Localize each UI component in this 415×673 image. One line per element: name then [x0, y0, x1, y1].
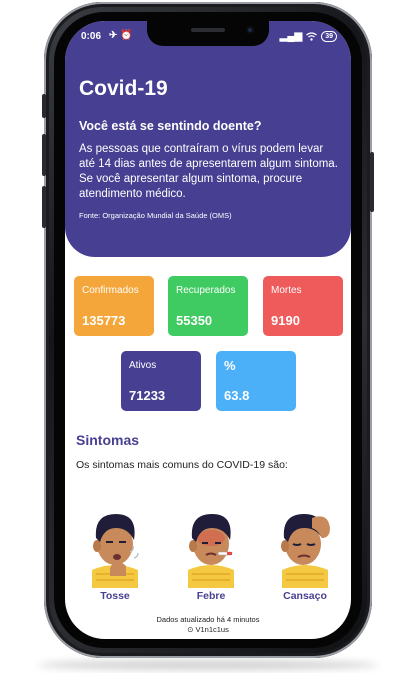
- stat-card-percent: % 63.8: [216, 351, 296, 411]
- wifi-icon: [306, 32, 318, 41]
- stat-label: Mortes: [271, 285, 302, 296]
- app-screen: 0:06 ✈ ⏰ ▂▄▆ 39 Covid-19 Você está se se…: [65, 21, 351, 639]
- header-question: Você está se sentindo doente?: [79, 119, 262, 133]
- symptoms-title: Sintomas: [76, 432, 140, 448]
- symptom-cough: Tosse: [78, 508, 152, 608]
- volume-up-button: [42, 134, 46, 176]
- speaker-grille: [191, 28, 225, 32]
- stat-card-confirmed: Confirmados 135773: [74, 276, 154, 336]
- stat-label: Ativos: [129, 360, 157, 371]
- author-credit[interactable]: ⊙ V1n1c1us: [65, 625, 351, 634]
- stat-value: 71233: [129, 388, 166, 403]
- stat-value: 135773: [82, 313, 126, 328]
- header-description: As pessoas que contraíram o vírus podem …: [79, 143, 338, 200]
- stat-label: Confirmados: [82, 285, 139, 296]
- front-camera: [246, 26, 254, 34]
- github-icon: ⊙: [187, 625, 196, 634]
- stat-card-active: Ativos 71233: [121, 351, 201, 411]
- volume-down-button: [42, 186, 46, 228]
- stat-label: %: [224, 358, 236, 373]
- status-time: 0:06: [81, 31, 102, 42]
- mute-switch: [42, 94, 46, 118]
- stat-card-deaths: Mortes 9190: [263, 276, 343, 336]
- power-button: [370, 152, 374, 212]
- last-updated: Dados atualizado há 4 minutos: [156, 615, 260, 624]
- page-title: Covid-19: [79, 77, 168, 100]
- fever-person-icon: [188, 514, 234, 588]
- stat-value: 63.8: [224, 388, 250, 403]
- tired-person-icon: [281, 514, 330, 588]
- stat-card-recovered: Recuperados 55350: [168, 276, 248, 336]
- battery-icon: 39: [321, 31, 337, 42]
- cough-person-icon: [92, 514, 139, 588]
- stat-value: 9190: [271, 313, 300, 328]
- phone-shadow: [38, 660, 378, 670]
- symptom-label: Cansaço: [283, 590, 327, 602]
- notification-icons: ✈ ⏰: [109, 30, 133, 41]
- symptom-label: Tosse: [100, 590, 130, 602]
- source-note: Fonte: Organização Mundial da Saúde (OMS…: [79, 211, 232, 220]
- symptom-label: Febre: [196, 590, 226, 602]
- stat-label: Recuperados: [176, 285, 236, 296]
- notch: [147, 21, 269, 46]
- symptom-tiredness: Cansaço: [268, 508, 342, 608]
- symptom-fever: Febre: [174, 508, 248, 608]
- stat-value: 55350: [176, 313, 213, 328]
- symptoms-description: Os sintomas mais comuns do COVID-19 são:: [76, 459, 288, 471]
- signal-icon: ▂▄▆: [279, 31, 303, 42]
- author-name[interactable]: V1n1c1us: [196, 625, 229, 634]
- phone-frame: 0:06 ✈ ⏰ ▂▄▆ 39 Covid-19 Você está se se…: [42, 2, 374, 658]
- info-header: 0:06 ✈ ⏰ ▂▄▆ 39 Covid-19 Você está se se…: [65, 21, 351, 257]
